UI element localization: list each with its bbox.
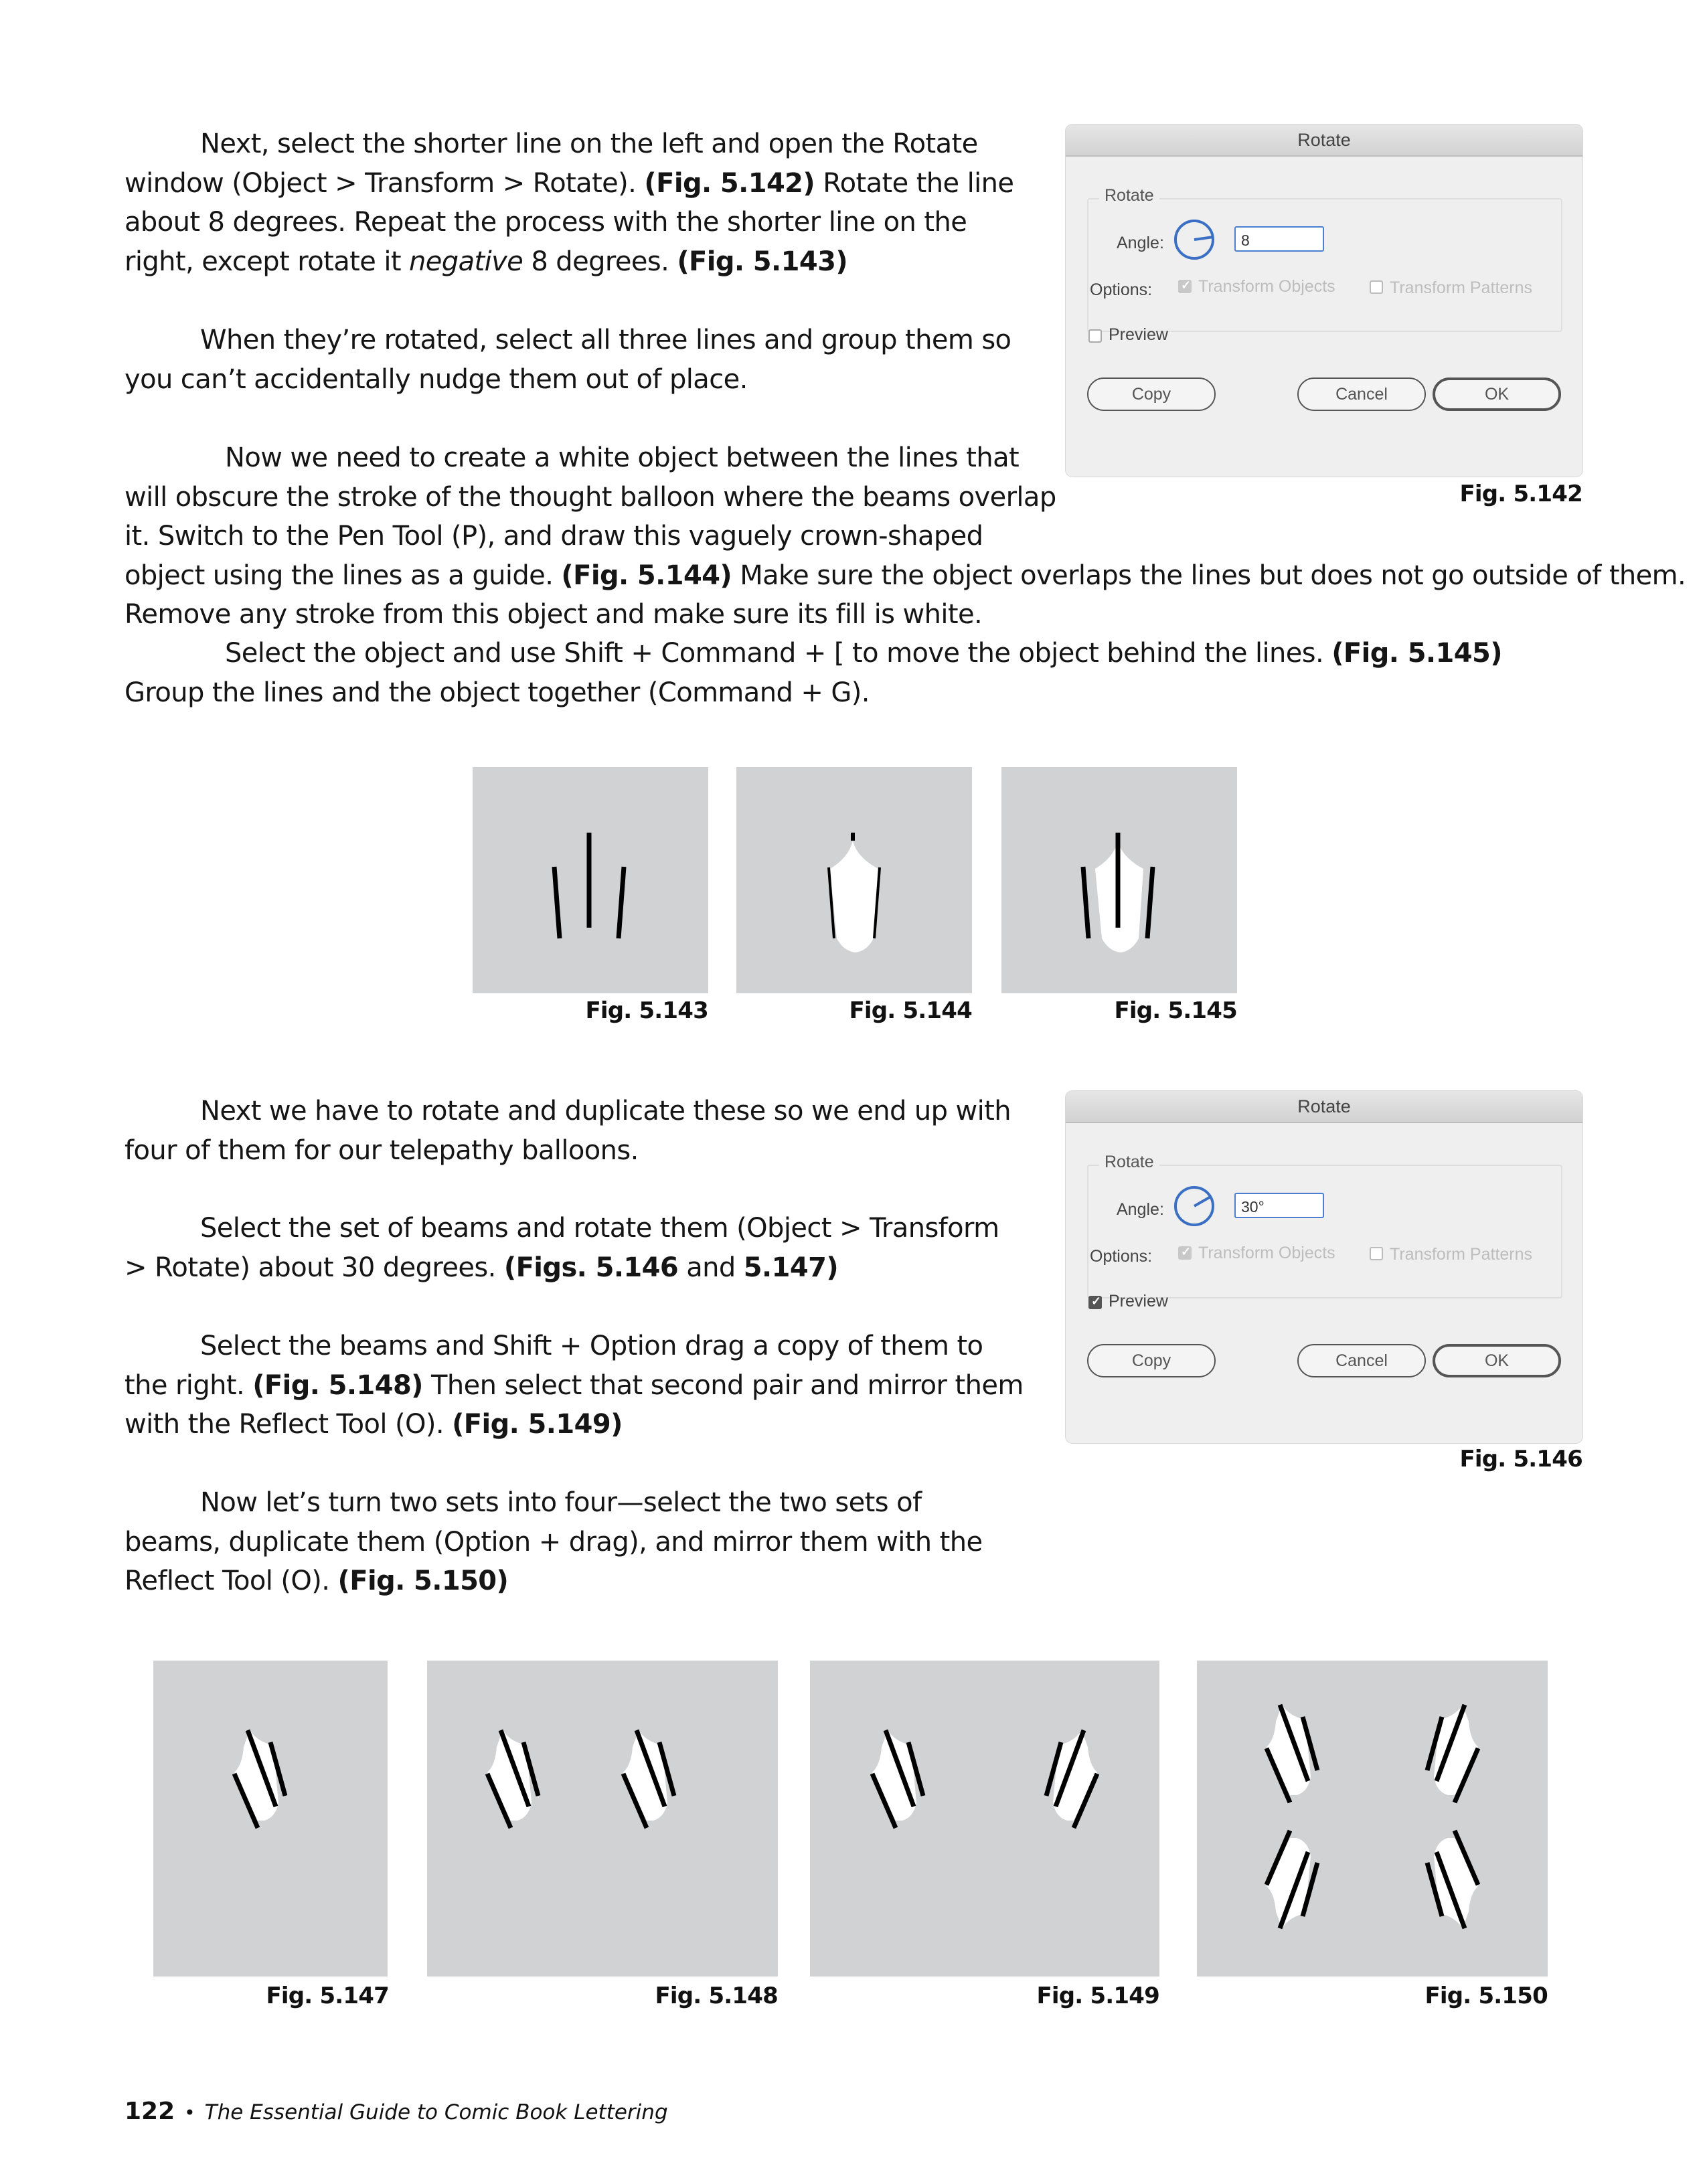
four-beams-illustration [1197,1661,1548,1977]
paragraph-rotate-lines: Next, select the shorter line on the lef… [125,129,1014,277]
figure-ref: 5.147) [743,1252,839,1283]
beam-line-right [616,866,627,939]
options-label: Options: [1090,280,1153,299]
mirrored-beams-illustration [810,1661,1159,1977]
figure-caption: Fig. 5.142 [1459,481,1582,507]
transform-objects-label: Transform Objects [1198,1244,1335,1262]
figure-ref: (Fig. 5.150) [337,1566,509,1596]
figure-ref: (Fig. 5.144) [561,560,732,591]
figure-caption: Fig. 5.146 [1459,1446,1582,1473]
transform-patterns-label: Transform Patterns [1390,278,1533,297]
angle-input[interactable]: 30° [1234,1193,1324,1218]
transform-objects-checkbox[interactable]: ✓ [1178,1245,1192,1260]
transform-patterns-checkbox[interactable] [1370,280,1383,294]
checkmark-icon: ✓ [1181,278,1192,292]
beam-line-right [1145,866,1155,939]
dialog-title: Rotate [1066,1091,1582,1123]
beam-set [1267,1705,1317,1802]
paragraph-move-behind: Select the object and use Shift + Comman… [125,638,1503,708]
rotate-group-box [1087,198,1562,332]
figure-caption: Fig. 5.148 [655,1983,778,2009]
figure-caption: Fig. 5.149 [1036,1983,1159,2009]
beam-set [234,1730,285,1828]
paragraph-rotate-30: Select the set of beams and rotate them … [125,1213,999,1283]
beam-set [872,1730,923,1828]
figure-ref: (Fig. 5.148) [252,1369,423,1401]
angle-dial-icon[interactable] [1173,218,1216,261]
beam-set-mirrored [1046,1730,1097,1828]
figure-5-150 [1197,1661,1548,1977]
figure-caption: Fig. 5.143 [585,997,708,1024]
beam-set [623,1730,674,1828]
beam-lines-illustration [552,833,627,939]
figure-caption: Fig. 5.145 [1114,997,1237,1024]
preview-label: Preview [1109,325,1168,344]
figure-caption: Fig. 5.150 [1425,1983,1548,2009]
angle-label: Angle: [1117,234,1164,252]
figure-caption: Fig. 5.144 [849,997,972,1024]
rotated-beams-illustration [153,1661,388,1977]
angle-dial-icon[interactable] [1173,1185,1216,1228]
crown-shape-illustration [827,833,881,952]
figure-5-149 [810,1661,1159,1977]
figure-ref: (Figs. 5.146 [503,1252,679,1283]
group-label: Rotate [1099,186,1159,205]
group-label: Rotate [1099,1153,1159,1172]
rotate-group-box [1087,1165,1562,1298]
transform-patterns-label: Transform Patterns [1390,1245,1533,1264]
checkmark-icon: ✓ [1091,1294,1102,1308]
beam-set [487,1730,538,1828]
transform-objects-label: Transform Objects [1198,277,1335,296]
ok-button[interactable]: OK [1433,1344,1561,1377]
paragraph-group-lines: When they’re rotated, select all three l… [125,325,1011,395]
figure-5-144 [736,767,972,993]
rotate-dialog: Rotate Rotate Angle: 8 Options: ✓ Transf… [1066,124,1582,477]
preview-checkbox[interactable]: ✓ [1088,1294,1102,1309]
beam-set-mirrored [1427,1705,1478,1802]
figure-5-147 [153,1661,388,1977]
paragraph-copy-mirror: Select the beams and Shift + Option drag… [125,1331,1024,1440]
book-title: The Essential Guide to Comic Book Letter… [204,2100,668,2124]
footer-separator: • [184,2102,195,2124]
angle-input[interactable]: 8 [1234,226,1324,252]
figure-5-148 [427,1661,778,1977]
angle-label: Angle: [1117,1200,1164,1219]
copy-button[interactable]: Copy [1087,377,1216,411]
options-label: Options: [1090,1247,1153,1266]
paragraph-rotate-duplicate: Next we have to rotate and duplicate the… [125,1096,1011,1166]
page-footer: 122 • The Essential Guide to Comic Book Le… [125,2098,668,2125]
beam-line-left [1080,866,1091,939]
figure-ref: (Fig. 5.149) [452,1409,623,1440]
figure-ref: (Fig. 5.142) [644,167,815,199]
beams-grouped-illustration [1080,833,1155,952]
cancel-button[interactable]: Cancel [1297,377,1426,411]
paragraph-two-into-four: Now let’s turn two sets into four—select… [125,1487,983,1596]
figure-ref: (Fig. 5.143) [677,246,848,277]
dialog-title: Rotate [1066,124,1582,157]
cancel-button[interactable]: Cancel [1297,1344,1426,1377]
beam-set-flipped [1267,1831,1317,1928]
copy-button[interactable]: Copy [1087,1344,1216,1377]
figure-ref: (Fig. 5.145) [1331,638,1502,669]
transform-patterns-checkbox[interactable] [1370,1247,1383,1260]
figure-caption: Fig. 5.147 [266,1983,389,2009]
preview-label: Preview [1109,1292,1168,1311]
checkmark-icon: ✓ [1181,1245,1192,1258]
duplicated-beams-illustration [427,1661,778,1977]
beam-line-left [552,866,562,939]
ok-button[interactable]: OK [1433,377,1561,411]
page-number: 122 [125,2098,175,2125]
figure-5-145 [1001,767,1237,993]
figure-5-143 [473,767,708,993]
rotate-dialog: Rotate Rotate Angle: 30° Options: ✓ Tran… [1066,1091,1582,1443]
preview-checkbox[interactable] [1088,329,1102,343]
crown-shape [830,841,878,952]
beam-set-flipped-mirrored [1427,1831,1478,1928]
transform-objects-checkbox[interactable]: ✓ [1178,278,1192,293]
